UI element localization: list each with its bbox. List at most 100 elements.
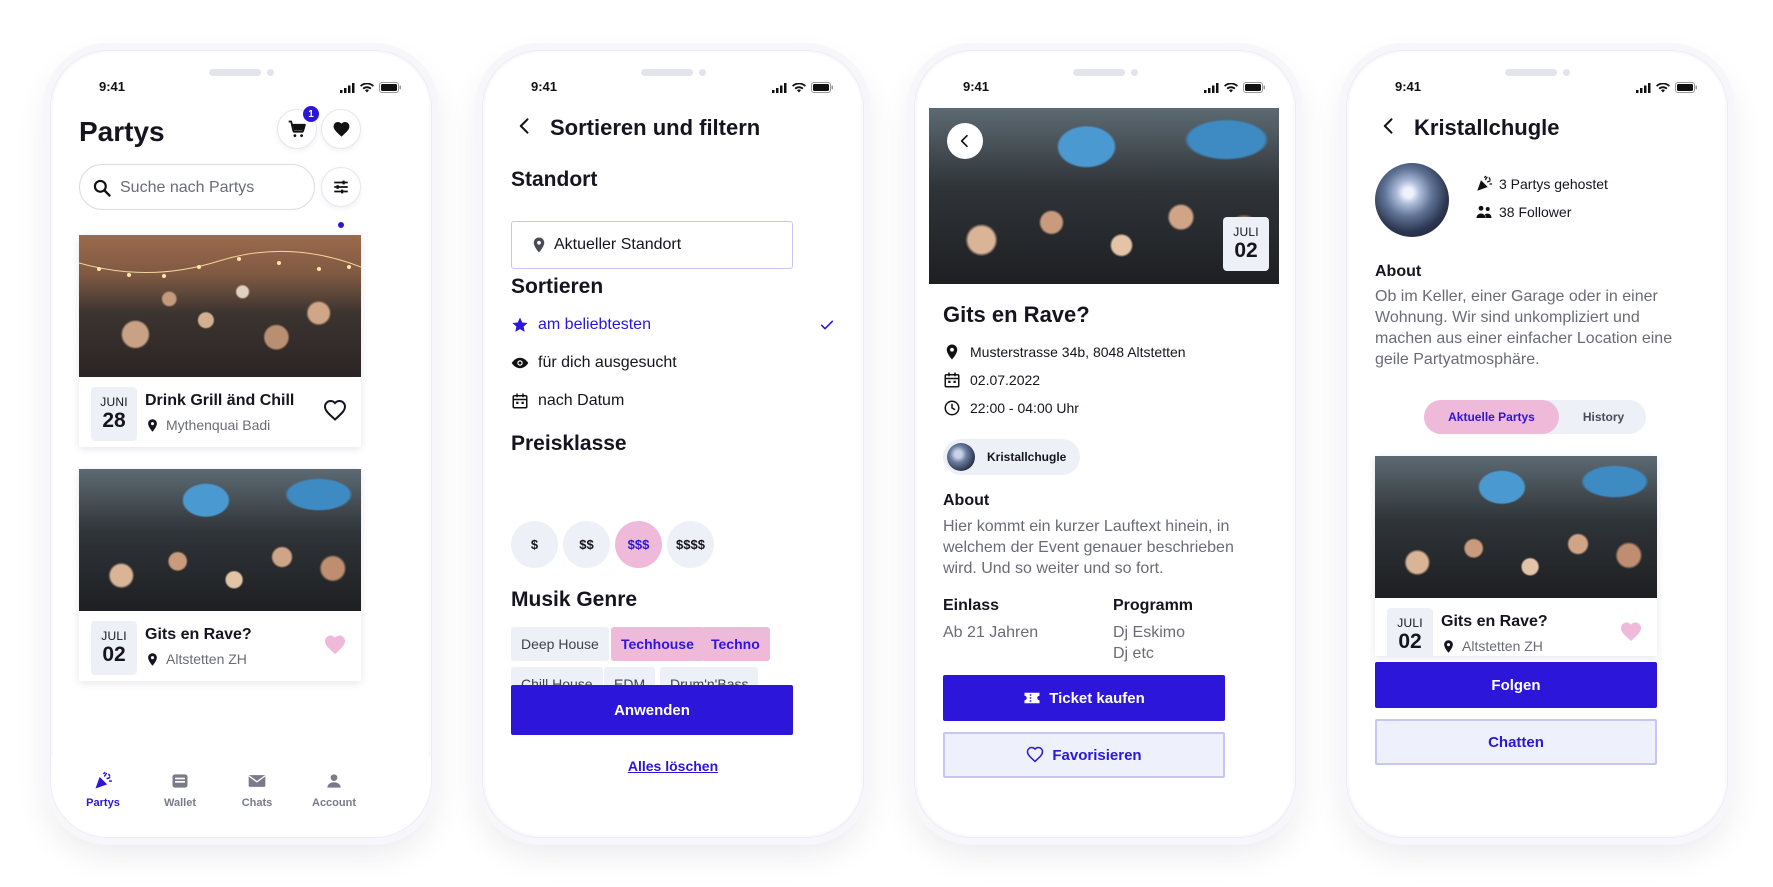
genre-chip[interactable]: Techno xyxy=(701,627,770,661)
segment-current-parties[interactable]: Aktuelle Partys xyxy=(1424,400,1559,434)
search-placeholder: Suche nach Partys xyxy=(120,179,255,196)
party-location: Altstetten ZH xyxy=(1441,638,1543,654)
section-heading-price: Preisklasse xyxy=(511,432,627,455)
party-location: Mythenquai Badi xyxy=(145,417,270,433)
sliders-icon xyxy=(334,180,348,194)
date-day: 02 xyxy=(102,643,126,666)
date-chip: JULI 02 xyxy=(91,621,137,675)
battery-icon xyxy=(811,82,833,93)
party-title: Gits en Rave? xyxy=(1441,613,1548,630)
camera-dot xyxy=(699,69,706,76)
cart-button[interactable]: 1 xyxy=(277,106,319,149)
genre-chip[interactable]: Deep House xyxy=(511,627,609,661)
event-time-text: 22:00 - 04:00 Uhr xyxy=(970,400,1079,416)
pin-icon xyxy=(530,236,548,254)
price-option-3[interactable]: $$$ xyxy=(615,521,662,568)
bottom-tab-bar: Partys Wallet Chats Account xyxy=(51,757,431,837)
back-chevron-icon[interactable] xyxy=(515,116,535,136)
program-heading: Programm xyxy=(1113,597,1194,614)
speaker-notch xyxy=(1073,69,1125,76)
filter-button[interactable] xyxy=(321,167,361,207)
follower-count: 38 Follower xyxy=(1475,203,1571,221)
status-bar: 9:41 xyxy=(915,79,1295,99)
status-icons xyxy=(772,82,833,93)
host-chip[interactable]: Kristallchugle xyxy=(943,439,1081,475)
sort-option-for-you[interactable]: für dich ausgesucht xyxy=(511,351,835,375)
segment-history[interactable]: History xyxy=(1561,400,1646,434)
back-button[interactable] xyxy=(947,123,983,159)
pin-icon xyxy=(1441,639,1456,654)
tab-label: Chats xyxy=(241,797,273,809)
about-heading: About xyxy=(1375,263,1422,280)
speaker-notch xyxy=(641,69,693,76)
section-heading-sort: Sortieren xyxy=(511,275,604,298)
about-text: Hier kommt ein kurzer Lauftext hinein, i… xyxy=(943,518,1234,577)
party-card[interactable]: JUNI 28 Drink Grill änd Chill Mythenquai… xyxy=(79,235,361,447)
tab-partys[interactable]: Partys xyxy=(63,771,143,809)
event-date-text: 02.07.2022 xyxy=(970,372,1041,388)
wifi-icon xyxy=(792,82,806,92)
follower-count-text: 38 Follower xyxy=(1499,204,1572,220)
sort-option-date[interactable]: nach Datum xyxy=(511,389,835,413)
program-line: Dj etc xyxy=(1113,645,1154,662)
tab-chats[interactable]: Chats xyxy=(217,771,297,809)
price-option-2[interactable]: $$ xyxy=(563,521,610,568)
status-icons xyxy=(340,82,401,93)
heart-outline-icon[interactable] xyxy=(323,399,347,423)
back-chevron-icon[interactable] xyxy=(1379,116,1399,136)
heart-filled-icon[interactable] xyxy=(1619,620,1643,644)
camera-dot xyxy=(267,69,274,76)
location-input[interactable]: Aktueller Standort xyxy=(511,221,793,269)
apply-button[interactable]: Anwenden xyxy=(511,685,793,735)
party-title: Gits en Rave? xyxy=(145,626,252,643)
price-option-1[interactable]: $ xyxy=(511,521,558,568)
battery-icon xyxy=(1675,82,1697,93)
pin-icon xyxy=(943,343,961,361)
speaker-notch xyxy=(209,69,261,76)
event-address-text: Musterstrasse 34b, 8048 Altstetten xyxy=(970,344,1186,360)
heart-outline-icon xyxy=(1026,746,1044,764)
battery-icon xyxy=(1243,82,1265,93)
tab-wallet[interactable]: Wallet xyxy=(140,771,220,809)
chat-button[interactable]: Chatten xyxy=(1375,719,1657,765)
calendar-icon xyxy=(943,371,961,389)
favorite-button[interactable]: Favorisieren xyxy=(943,732,1225,778)
party-card[interactable]: JULI 02 Gits en Rave? Altstetten ZH xyxy=(1375,456,1657,656)
tab-account[interactable]: Account xyxy=(294,771,374,809)
buy-ticket-button[interactable]: Ticket kaufen xyxy=(943,675,1225,721)
signal-icon xyxy=(1636,82,1651,93)
status-time: 9:41 xyxy=(963,79,990,94)
follow-button[interactable]: Folgen xyxy=(1375,662,1657,708)
phone-screen-partys: 9:41 Partys 1 Suche nach Partys JUNI 28 xyxy=(50,50,432,838)
status-time: 9:41 xyxy=(1395,79,1422,94)
calendar-icon xyxy=(511,392,529,410)
search-input[interactable]: Suche nach Partys xyxy=(79,164,315,210)
filter-active-dot xyxy=(338,222,344,228)
back-chevron-icon xyxy=(957,133,973,149)
party-card[interactable]: JULI 02 Gits en Rave? Altstetten ZH xyxy=(79,469,361,681)
event-time: 22:00 - 04:00 Uhr xyxy=(943,399,1079,417)
speaker-notch xyxy=(1505,69,1557,76)
heart-filled-icon[interactable] xyxy=(323,633,347,657)
status-bar: 9:41 xyxy=(1347,79,1727,99)
sort-option-label: für dich ausgesucht xyxy=(538,354,677,371)
status-icons xyxy=(1636,82,1697,93)
favorites-button[interactable] xyxy=(321,109,361,149)
genre-chip[interactable]: Techhouse xyxy=(611,627,704,661)
clear-all-link[interactable]: Alles löschen xyxy=(483,758,863,774)
people-icon xyxy=(1475,203,1493,221)
price-option-4[interactable]: $$$$ xyxy=(667,521,714,568)
heart-icon xyxy=(332,120,351,139)
party-location-text: Altstetten ZH xyxy=(1462,638,1543,654)
date-chip: JULI 02 xyxy=(1387,608,1433,656)
party-location: Altstetten ZH xyxy=(145,651,247,667)
sort-option-label: am beliebtesten xyxy=(538,316,651,333)
string-lights xyxy=(79,250,361,278)
checkmark-icon xyxy=(820,320,834,330)
camera-dot xyxy=(1563,69,1570,76)
pin-icon xyxy=(145,652,160,667)
signal-icon xyxy=(340,82,355,93)
entry-heading: Einlass xyxy=(943,597,1000,614)
party-location-text: Mythenquai Badi xyxy=(166,417,271,433)
sort-option-popular[interactable]: am beliebtesten xyxy=(511,313,835,337)
